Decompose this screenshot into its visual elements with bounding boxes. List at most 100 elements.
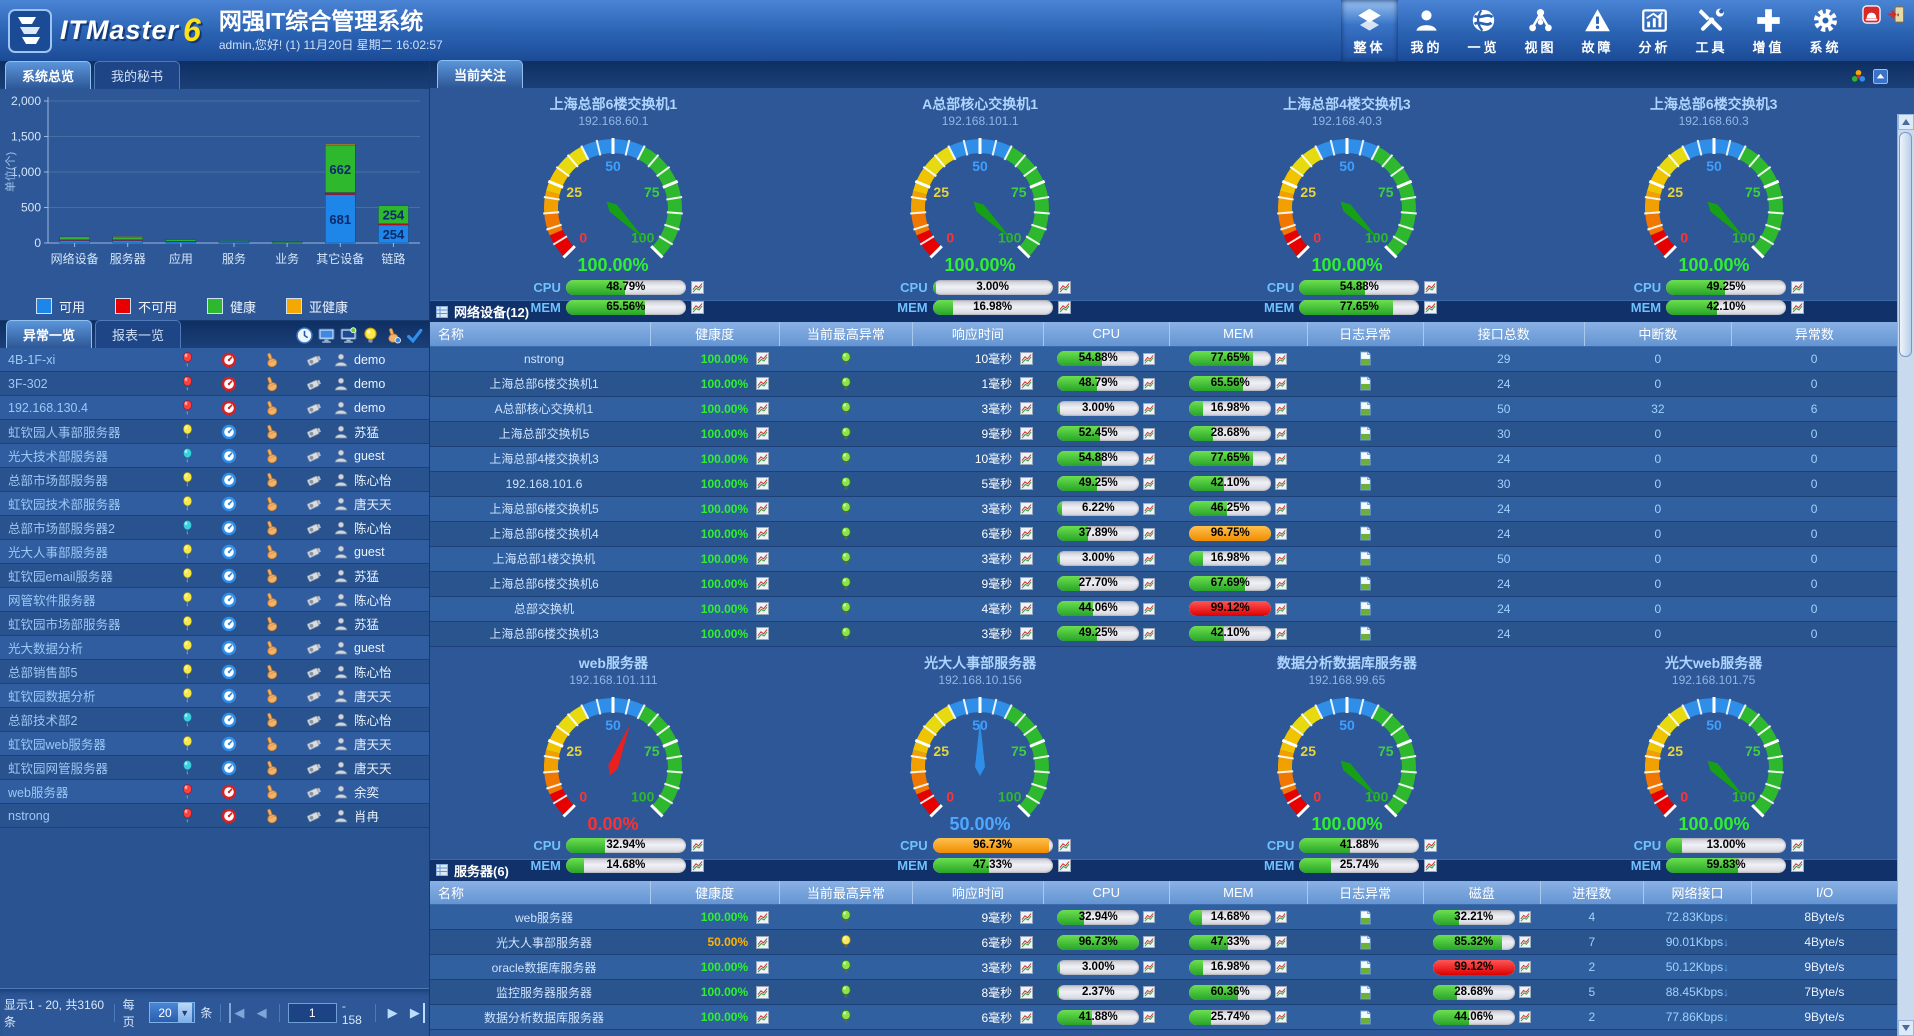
row-name-link[interactable]: 上海总部6楼交换机3	[430, 621, 650, 646]
row-name-link[interactable]: oracle数据库服务器	[430, 955, 650, 980]
col-cpu[interactable]: CPU	[1043, 322, 1169, 346]
col-name[interactable]: 名称	[430, 881, 650, 905]
col-log[interactable]: 日志异常	[1307, 322, 1423, 346]
col-cpu[interactable]: CPU	[1043, 881, 1169, 905]
network-row[interactable]: 总部交换机100.00%4毫秒 44.06% 99.12%2400	[430, 596, 1897, 621]
alert-row[interactable]: web服务器余奕	[0, 780, 429, 804]
alert-tab-1[interactable]: 报表一览	[95, 320, 181, 348]
hand-icon[interactable]	[263, 472, 279, 488]
nav-tools[interactable]: 工具	[1683, 0, 1740, 62]
doc-icon[interactable]	[1358, 935, 1373, 950]
device-name-link[interactable]: 总部销售部5	[0, 662, 166, 681]
network-row[interactable]: 上海总部交换机5100.00%9毫秒 52.45% 28.68%3000	[430, 421, 1897, 446]
next-page-button[interactable]: ▶	[384, 1003, 402, 1023]
row-name-link[interactable]: 192.168.101.6	[430, 471, 650, 496]
col-name[interactable]: 名称	[430, 322, 650, 346]
network-row[interactable]: 上海总部6楼交换机5100.00%3毫秒 6.22% 46.25%2400	[430, 496, 1897, 521]
alert-row[interactable]: 虹钦园技术部服务器唐天天	[0, 492, 429, 516]
alert-row[interactable]: 虹钦园数据分析唐天天	[0, 684, 429, 708]
network-row[interactable]: 上海总部4楼交换机3100.00%10毫秒 54.88% 77.65%2400	[430, 446, 1897, 471]
doc-icon[interactable]	[1358, 626, 1373, 641]
nav-overview[interactable]: 一览	[1455, 0, 1512, 62]
col-mem[interactable]: MEM	[1169, 881, 1307, 905]
alert-row[interactable]: 总部市场部服务器陈心怡	[0, 468, 429, 492]
col-health[interactable]: 健康度	[650, 881, 779, 905]
cam-icon[interactable]	[305, 736, 321, 752]
col-errors[interactable]: 异常数	[1731, 322, 1897, 346]
doc-icon[interactable]	[1358, 526, 1373, 541]
network-row[interactable]: nstrong100.00%10毫秒 54.88% 77.65%2900	[430, 346, 1897, 371]
hand-icon[interactable]	[263, 592, 279, 608]
nav-analysis[interactable]: 分析	[1626, 0, 1683, 62]
cam-icon[interactable]	[305, 688, 321, 704]
alert-row[interactable]: 虹钦园网管服务器唐天天	[0, 756, 429, 780]
cam-icon[interactable]	[305, 424, 321, 440]
cam-icon[interactable]	[305, 544, 321, 560]
nav-overall[interactable]: 整体	[1341, 0, 1398, 62]
cam-icon[interactable]	[305, 712, 321, 728]
gauge-title[interactable]: A总部核心交换机1	[922, 94, 1038, 114]
network-row[interactable]: A总部核心交换机1100.00%3毫秒 3.00% 16.98%50326	[430, 396, 1897, 421]
clock-icon[interactable]	[296, 327, 313, 344]
first-page-button[interactable]: ◀	[229, 1003, 247, 1023]
col-disk[interactable]: 磁盘	[1423, 881, 1540, 905]
screen-icon[interactable]	[340, 327, 357, 344]
device-name-link[interactable]: 总部技术部2	[0, 710, 166, 729]
col-bulb[interactable]: 当前最高异常	[779, 322, 912, 346]
alert-row[interactable]: 4B-1F-xidemo	[0, 348, 429, 372]
gauge-title[interactable]: web服务器	[579, 653, 648, 673]
col-mem[interactable]: MEM	[1169, 322, 1307, 346]
hand-icon[interactable]	[263, 712, 279, 728]
col-procs[interactable]: 进程数	[1540, 881, 1643, 905]
hand-icon[interactable]	[263, 376, 279, 392]
col-io[interactable]: I/O	[1752, 881, 1897, 905]
alert-row[interactable]: 虹钦园web服务器唐天天	[0, 732, 429, 756]
hand-icon[interactable]	[263, 616, 279, 632]
device-name-link[interactable]: 虹钦园网管服务器	[0, 758, 166, 777]
alert-row[interactable]: 总部市场部服务器2陈心怡	[0, 516, 429, 540]
monitor-icon[interactable]	[318, 327, 335, 344]
col-breaks[interactable]: 中断数	[1584, 322, 1731, 346]
alert-row[interactable]: 网管软件服务器陈心怡	[0, 588, 429, 612]
network-row[interactable]: 上海总部6楼交换机4100.00%6毫秒 37.89% 96.75%2400	[430, 521, 1897, 546]
pointer-icon[interactable]	[384, 327, 401, 344]
device-name-link[interactable]: 虹钦园web服务器	[0, 734, 166, 753]
doc-icon[interactable]	[1358, 376, 1373, 391]
hand-icon[interactable]	[263, 664, 279, 680]
doc-icon[interactable]	[1358, 960, 1373, 975]
cam-icon[interactable]	[305, 592, 321, 608]
hand-icon[interactable]	[263, 784, 279, 800]
cam-icon[interactable]	[305, 352, 321, 368]
alert-row[interactable]: 光大技术部服务器guest	[0, 444, 429, 468]
row-name-link[interactable]: 上海总部6楼交换机6	[430, 571, 650, 596]
server-row[interactable]: 监控服务器服务器100.00%8毫秒 2.37% 60.36% 28.68%58…	[430, 980, 1897, 1005]
col-log[interactable]: 日志异常	[1307, 881, 1423, 905]
device-name-link[interactable]: 虹钦园数据分析	[0, 686, 166, 705]
row-name-link[interactable]: nstrong	[430, 346, 650, 371]
device-name-link[interactable]: 3F-302	[0, 377, 166, 391]
hand-icon[interactable]	[263, 448, 279, 464]
hand-icon[interactable]	[263, 808, 279, 824]
row-name-link[interactable]: 上海总部6楼交换机1	[430, 371, 650, 396]
network-row[interactable]: 192.168.101.6100.00%5毫秒 49.25% 42.10%300…	[430, 471, 1897, 496]
main-scrollbar[interactable]	[1897, 114, 1914, 1036]
cam-icon[interactable]	[305, 496, 321, 512]
hand-icon[interactable]	[263, 568, 279, 584]
row-name-link[interactable]: web服务器	[430, 905, 650, 930]
col-resp[interactable]: 响应时间	[913, 881, 1044, 905]
gauge-title[interactable]: 上海总部6楼交换机3	[1650, 94, 1778, 114]
hand-icon[interactable]	[263, 520, 279, 536]
alert-row[interactable]: 总部技术部2陈心怡	[0, 708, 429, 732]
alert-row[interactable]: 光大数据分析guest	[0, 636, 429, 660]
gauge-title[interactable]: 上海总部4楼交换机3	[1283, 94, 1411, 114]
sidebar-tab-1[interactable]: 我的秘书	[94, 61, 180, 89]
nav-mine[interactable]: 我的	[1398, 0, 1455, 62]
col-ifaces[interactable]: 接口总数	[1423, 322, 1584, 346]
cam-icon[interactable]	[305, 640, 321, 656]
tab-current-focus[interactable]: 当前关注	[437, 60, 523, 88]
cam-icon[interactable]	[305, 520, 321, 536]
device-name-link[interactable]: 4B-1F-xi	[0, 353, 166, 367]
sidebar-tab-0[interactable]: 系统总览	[5, 61, 91, 89]
col-net[interactable]: 网络接口	[1643, 881, 1752, 905]
server-row[interactable]: 光大人事部服务器50.00%6毫秒 96.73% 47.33% 85.32%79…	[430, 930, 1897, 955]
